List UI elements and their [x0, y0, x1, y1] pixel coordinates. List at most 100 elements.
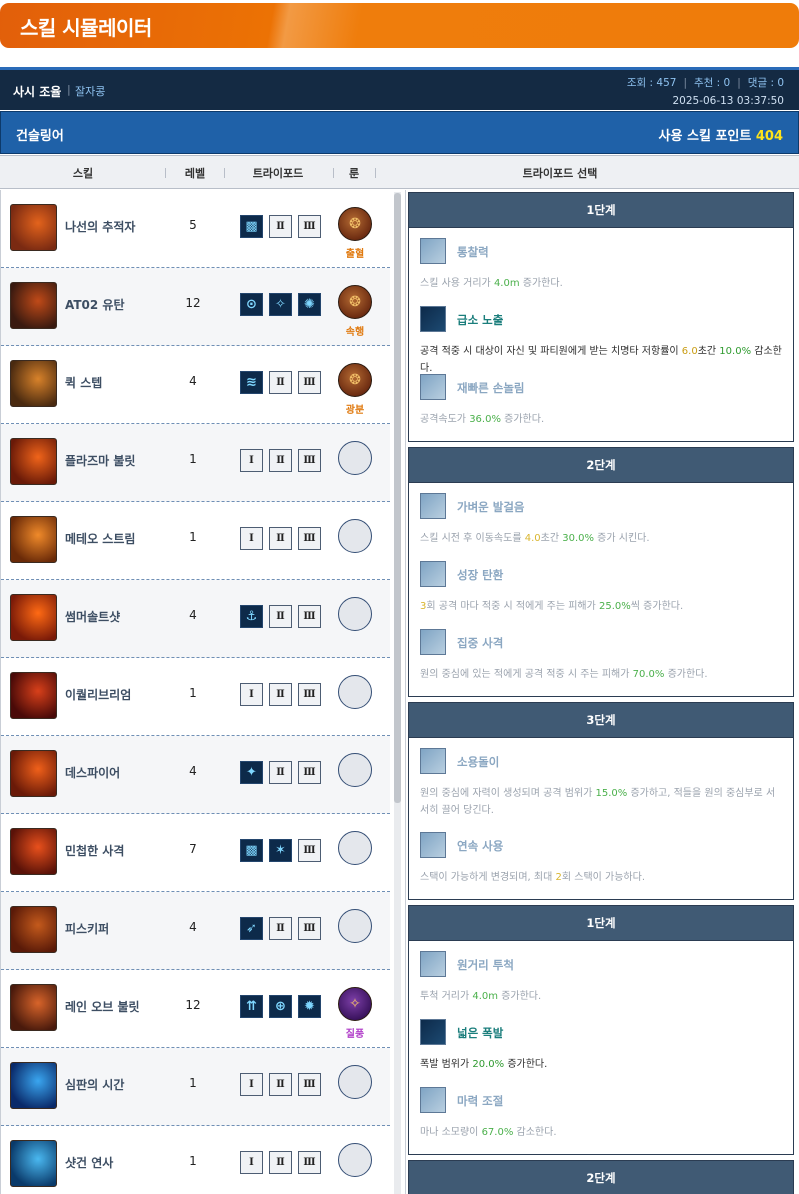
rune-empty-slot[interactable] — [338, 909, 372, 943]
tripod-slot-2-icon[interactable]: ⊕ — [269, 995, 292, 1018]
tripod-slot-3[interactable]: Ⅲ — [298, 683, 321, 706]
skill-level[interactable]: 7 — [173, 842, 213, 856]
skill-name[interactable]: 레인 오브 불릿 — [65, 998, 140, 1015]
tripod-option[interactable]: 소용돌이 원의 중심에 자력이 생성되며 공격 범위가 15.0% 증가하고, 적… — [420, 748, 780, 832]
tripod-slot-1-icon[interactable]: ⊙ — [240, 293, 263, 316]
tripod-slot-1-icon[interactable]: ▩ — [240, 839, 263, 862]
skill-row[interactable]: 메테오 스트림 1 Ⅰ Ⅱ Ⅲ — [1, 502, 390, 580]
tripod-option-icon[interactable] — [420, 493, 446, 519]
skill-name[interactable]: 이퀄리브리엄 — [65, 686, 131, 703]
skill-name[interactable]: 민첩한 사격 — [65, 842, 124, 859]
tripod-slot-2-icon[interactable]: ✧ — [269, 293, 292, 316]
rune-icon[interactable]: ✧ — [338, 987, 372, 1021]
skill-row[interactable]: 데스파이어 4 ✦ Ⅱ Ⅲ — [1, 736, 390, 814]
tripod-slot-3[interactable]: Ⅲ — [298, 917, 321, 940]
skill-name[interactable]: 나선의 추적자 — [65, 218, 135, 235]
skill-row[interactable]: 샷건 연사 1 Ⅰ Ⅱ Ⅲ — [1, 1126, 390, 1194]
tripod-option[interactable]: 재빠른 손놀림 공격속도가 36.0% 증가한다. — [420, 374, 780, 442]
tripod-option[interactable]: 성장 탄환 3회 공격 마다 적중 시 적에게 주는 피해가 25.0%씩 증가한… — [420, 561, 780, 629]
tripod-slot-1[interactable]: Ⅰ — [240, 449, 263, 472]
tripod-slot-1-icon[interactable]: ⇈ — [240, 995, 263, 1018]
tripod-option-name[interactable]: 재빠른 손놀림 — [457, 380, 524, 396]
skill-row[interactable]: 썸머솔트샷 4 ⚓ Ⅱ Ⅲ — [1, 580, 390, 658]
rune-empty-slot[interactable] — [338, 441, 372, 475]
skill-name[interactable]: 심판의 시간 — [65, 1076, 124, 1093]
skill-list-scrollbar[interactable] — [394, 192, 401, 1194]
rune-empty-slot[interactable] — [338, 675, 372, 709]
tripod-option-icon[interactable] — [420, 748, 446, 774]
rune-empty-slot[interactable] — [338, 519, 372, 553]
tripod-option-name[interactable]: 급소 노출 — [457, 312, 503, 328]
tripod-option-name[interactable]: 원거리 투척 — [457, 957, 514, 973]
skill-row[interactable]: 플라즈마 불릿 1 Ⅰ Ⅱ Ⅲ — [1, 424, 390, 502]
tripod-slot-3[interactable]: Ⅲ — [298, 1151, 321, 1174]
guild-name[interactable]: 잘자콩 — [75, 83, 105, 99]
rune-icon[interactable]: ❂ — [338, 285, 372, 319]
tripod-slot-2[interactable]: Ⅱ — [269, 527, 292, 550]
tripod-option-name[interactable]: 성장 탄환 — [457, 567, 503, 583]
tripod-option-name[interactable]: 통찰력 — [457, 244, 489, 260]
tripod-option[interactable]: 가벼운 발걸음 스킬 시전 후 이동속도를 4.0초간 30.0% 증가 시킨다. — [420, 493, 780, 561]
tripod-option[interactable]: 마력 조절 마나 소모량이 67.0% 감소한다. — [420, 1087, 780, 1155]
tripod-slot-2[interactable]: Ⅱ — [269, 761, 292, 784]
tripod-slot-1[interactable]: Ⅰ — [240, 1073, 263, 1096]
rune-empty-slot[interactable] — [338, 1143, 372, 1177]
tripod-option-icon[interactable] — [420, 561, 446, 587]
skill-row[interactable]: 레인 오브 불릿 12 ⇈ ⊕ ✹ ✧ 질풍 — [1, 970, 390, 1048]
tripod-option-name[interactable]: 집중 사격 — [457, 635, 503, 651]
scrollbar-thumb[interactable] — [394, 193, 401, 803]
tripod-slot-3-icon[interactable]: ✺ — [298, 293, 321, 316]
tripod-option-icon[interactable] — [420, 832, 446, 858]
tripod-slot-2[interactable]: Ⅱ — [269, 605, 292, 628]
skill-level[interactable]: 4 — [173, 920, 213, 934]
tripod-option[interactable]: 통찰력 스킬 사용 거리가 4.0m 증가한다. — [420, 238, 780, 306]
tripod-option-icon[interactable] — [420, 306, 446, 332]
tripod-option-name[interactable]: 연속 사용 — [457, 838, 503, 854]
skill-name[interactable]: 플라즈마 불릿 — [65, 452, 135, 469]
skill-name[interactable]: 썸머솔트샷 — [65, 608, 120, 625]
tripod-slot-3[interactable]: Ⅲ — [298, 1073, 321, 1096]
author-name[interactable]: 사시 조율 — [13, 83, 61, 100]
skill-name[interactable]: 데스파이어 — [65, 764, 120, 781]
skill-row[interactable]: 심판의 시간 1 Ⅰ Ⅱ Ⅲ — [1, 1048, 390, 1126]
tripod-slot-1[interactable]: Ⅰ — [240, 683, 263, 706]
tripod-slot-2[interactable]: Ⅱ — [269, 1151, 292, 1174]
tripod-slot-2-icon[interactable]: ✶ — [269, 839, 292, 862]
tripod-option-name[interactable]: 넓은 폭발 — [457, 1025, 503, 1041]
tripod-slot-2[interactable]: Ⅱ — [269, 215, 292, 238]
tripod-option[interactable]: 집중 사격 원의 중심에 있는 적에게 공격 적중 시 주는 피해가 70.0% … — [420, 629, 780, 697]
skill-level[interactable]: 1 — [173, 452, 213, 466]
skill-row[interactable]: AT02 유탄 12 ⊙ ✧ ✺ ❂ 속행 — [1, 268, 390, 346]
tripod-slot-3[interactable]: Ⅲ — [298, 527, 321, 550]
skill-level[interactable]: 4 — [173, 374, 213, 388]
tripod-slot-3[interactable]: Ⅲ — [298, 371, 321, 394]
skill-level[interactable]: 5 — [173, 218, 213, 232]
tripod-slot-2[interactable]: Ⅱ — [269, 371, 292, 394]
tripod-option-icon[interactable] — [420, 1087, 446, 1113]
skill-name[interactable]: 샷건 연사 — [65, 1154, 113, 1171]
tripod-option-icon[interactable] — [420, 629, 446, 655]
tripod-slot-3[interactable]: Ⅲ — [298, 839, 321, 862]
tripod-option-name[interactable]: 마력 조절 — [457, 1093, 503, 1109]
tripod-slot-2[interactable]: Ⅱ — [269, 683, 292, 706]
tripod-slot-3[interactable]: Ⅲ — [298, 215, 321, 238]
tripod-slot-3-icon[interactable]: ✹ — [298, 995, 321, 1018]
tripod-slot-3[interactable]: Ⅲ — [298, 449, 321, 472]
tripod-option-icon[interactable] — [420, 374, 446, 400]
skill-level[interactable]: 1 — [173, 1076, 213, 1090]
tripod-slot-2[interactable]: Ⅱ — [269, 1073, 292, 1096]
skill-row[interactable]: 나선의 추적자 5 ▩ Ⅱ Ⅲ ❂ 출혈 — [1, 190, 390, 268]
skill-level[interactable]: 4 — [173, 608, 213, 622]
tripod-slot-2[interactable]: Ⅱ — [269, 917, 292, 940]
skill-level[interactable]: 4 — [173, 764, 213, 778]
skill-row[interactable]: 이퀄리브리엄 1 Ⅰ Ⅱ Ⅲ — [1, 658, 390, 736]
skill-row[interactable]: 민첩한 사격 7 ▩ ✶ Ⅲ — [1, 814, 390, 892]
tripod-slot-3[interactable]: Ⅲ — [298, 605, 321, 628]
tripod-slot-1-icon[interactable]: ▩ — [240, 215, 263, 238]
rune-empty-slot[interactable] — [338, 831, 372, 865]
skill-name[interactable]: 피스키퍼 — [65, 920, 109, 937]
tripod-slot-1[interactable]: Ⅰ — [240, 527, 263, 550]
tripod-slot-1[interactable]: Ⅰ — [240, 1151, 263, 1174]
tripod-option[interactable]: 넓은 폭발 폭발 범위가 20.0% 증가한다. — [420, 1019, 780, 1087]
tripod-option-icon[interactable] — [420, 238, 446, 264]
